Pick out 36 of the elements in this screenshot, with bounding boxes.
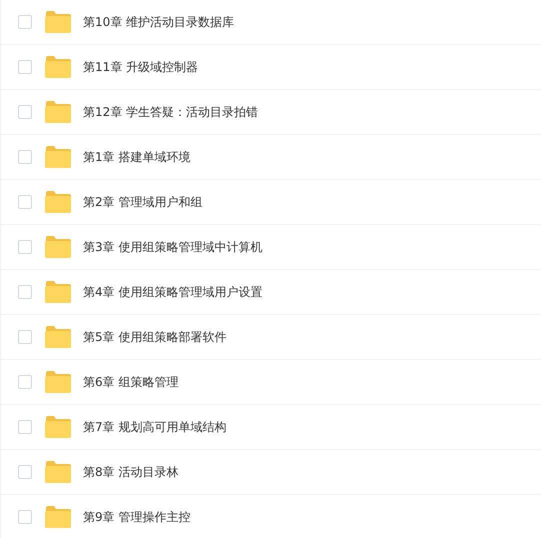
checkbox[interactable] [18,60,32,74]
folder-icon [45,101,71,123]
folder-name[interactable]: 第6章 组策略管理 [83,374,178,390]
folder-icon [45,281,71,303]
folder-icon [45,326,71,348]
checkbox[interactable] [18,105,32,119]
checkbox[interactable] [18,465,32,479]
checkbox[interactable] [18,240,32,254]
folder-name[interactable]: 第10章 维护活动目录数据库 [83,14,234,30]
folder-name[interactable]: 第7章 规划高可用单域结构 [83,418,226,436]
folder-name[interactable]: 第9章 管理操作主控 [83,508,190,526]
folder-name[interactable]: 第2章 管理域用户和组 [83,194,202,210]
folder-icon [45,236,71,258]
folder-name[interactable]: 第5章 使用组策略部署软件 [83,328,226,346]
folder-name[interactable]: 第8章 活动目录林 [83,464,178,480]
checkbox[interactable] [18,195,32,209]
checkbox[interactable] [18,285,32,299]
folder-icon [45,461,71,483]
folder-name[interactable]: 第3章 使用组策略管理域中计算机 [83,238,262,256]
folder-icon [45,146,71,168]
checkbox[interactable] [18,330,32,344]
checkbox[interactable] [18,375,32,389]
folder-icon [45,371,71,393]
folder-icon [45,191,71,213]
checkbox[interactable] [18,150,32,164]
folder-icon [45,11,71,33]
folder-name[interactable]: 第4章 使用组策略管理域用户设置 [83,284,262,300]
checkbox[interactable] [18,15,32,29]
folder-icon [45,506,71,528]
folder-name[interactable]: 第1章 搭建单域环境 [83,148,190,166]
checkbox[interactable] [18,510,32,524]
folder-name[interactable]: 第11章 升级域控制器 [83,58,198,76]
folder-icon [45,416,71,438]
folder-icon [45,56,71,78]
checkbox[interactable] [18,420,32,434]
folder-name[interactable]: 第12章 学生答疑：活动目录拍错 [83,104,258,120]
